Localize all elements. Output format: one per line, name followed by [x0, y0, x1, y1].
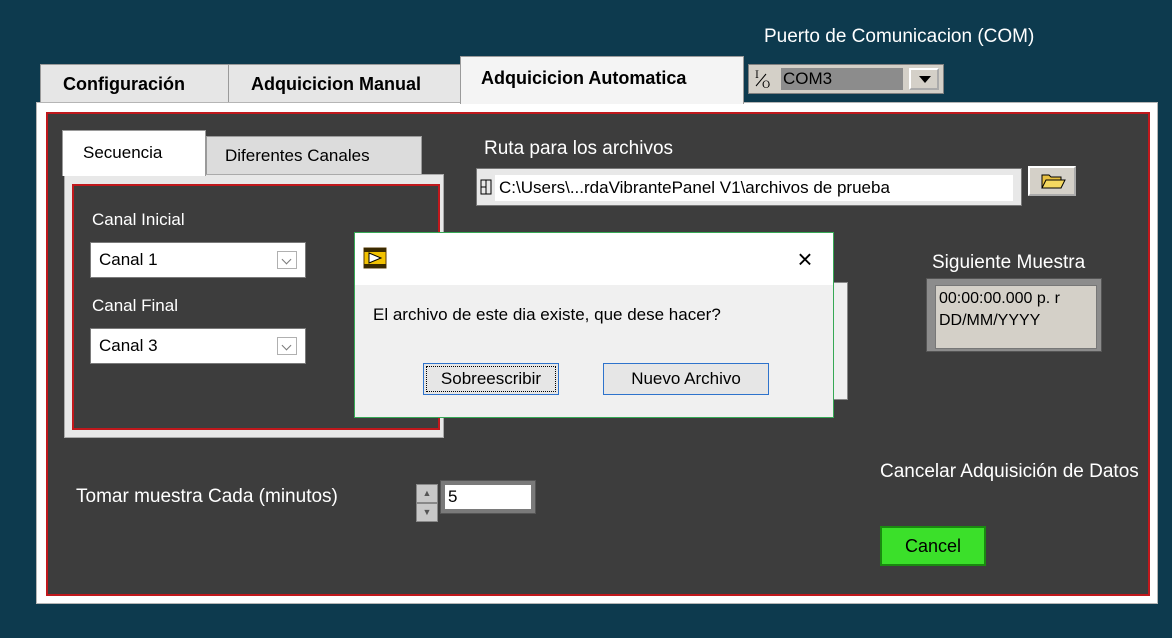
open-folder-icon — [1041, 174, 1066, 189]
svg-text:O: O — [762, 80, 770, 90]
siguiente-muestra-date: DD/MM/YYYY — [939, 312, 1041, 329]
tab-diferentes-canales[interactable]: Diferentes Canales — [206, 136, 422, 176]
dialog-titlebar: × — [355, 233, 833, 285]
canal-final-value: Canal 3 — [99, 336, 158, 355]
increment-arrow-icon[interactable]: ▲ — [416, 484, 438, 503]
sobreescribir-button[interactable]: Sobreescribir — [423, 363, 559, 395]
ruta-path-control[interactable]: C:\Users\...rdaVibrantePanel V1\archivos… — [476, 168, 1022, 206]
canal-final-label: Canal Final — [92, 296, 178, 315]
nuevo-archivo-button[interactable]: Nuevo Archivo — [603, 363, 769, 395]
tab-secuencia[interactable]: Secuencia — [62, 130, 206, 176]
tab-adquisicion-automatica[interactable]: Adquicicion Automatica — [460, 56, 744, 104]
canal-inicial-label: Canal Inicial — [92, 210, 185, 229]
tab-configuracion[interactable]: Configuración — [40, 64, 230, 104]
labview-icon — [363, 247, 387, 269]
dialog-message: El archivo de este dia existe, que dese … — [373, 305, 721, 324]
minutes-stepper[interactable]: ▲ ▼ — [416, 482, 438, 522]
tab-adquisicion-manual[interactable]: Adquicicion Manual — [228, 64, 462, 104]
decrement-arrow-icon[interactable]: ▼ — [416, 503, 438, 522]
canal-final-select[interactable]: Canal 3 — [90, 328, 306, 364]
siguiente-muestra-time: 00:00:00.000 p. r — [939, 290, 1060, 307]
siguiente-muestra-display: 00:00:00.000 p. r DD/MM/YYYY — [935, 285, 1097, 349]
overwrite-dialog: × El archivo de este dia existe, que des… — [354, 232, 834, 418]
siguiente-muestra-indicator: 00:00:00.000 p. r DD/MM/YYYY — [926, 278, 1102, 352]
com-port-value[interactable]: COM3 — [781, 68, 903, 90]
com-port-selector[interactable]: IO COM3 — [748, 64, 944, 94]
chevron-down-icon[interactable] — [277, 251, 297, 269]
svg-text:I: I — [755, 70, 759, 81]
chevron-down-icon[interactable] — [277, 337, 297, 355]
canal-inicial-select[interactable]: Canal 1 — [90, 242, 306, 278]
canal-inicial-value: Canal 1 — [99, 250, 158, 269]
ruta-label: Ruta para los archivos — [484, 138, 674, 159]
close-icon[interactable]: × — [787, 241, 823, 277]
browse-folder-button[interactable] — [1028, 166, 1076, 196]
path-icon — [479, 177, 493, 197]
com-dropdown-arrow-icon[interactable] — [909, 68, 939, 90]
ruta-path-input[interactable]: C:\Users\...rdaVibrantePanel V1\archivos… — [495, 175, 1013, 201]
cancelar-adquisicion-label: Cancelar Adquisición de Datos — [880, 461, 1139, 482]
minutes-input[interactable]: 5 — [445, 485, 531, 509]
minutes-field[interactable]: 5 — [440, 480, 536, 514]
com-port-label: Puerto de Comunicacion (COM) — [764, 26, 1035, 47]
cancel-button[interactable]: Cancel — [880, 526, 986, 566]
siguiente-muestra-label: Siguiente Muestra — [932, 252, 1086, 273]
tomar-muestra-label: Tomar muestra Cada (minutos) — [76, 486, 338, 507]
io-icon: IO — [752, 68, 780, 91]
